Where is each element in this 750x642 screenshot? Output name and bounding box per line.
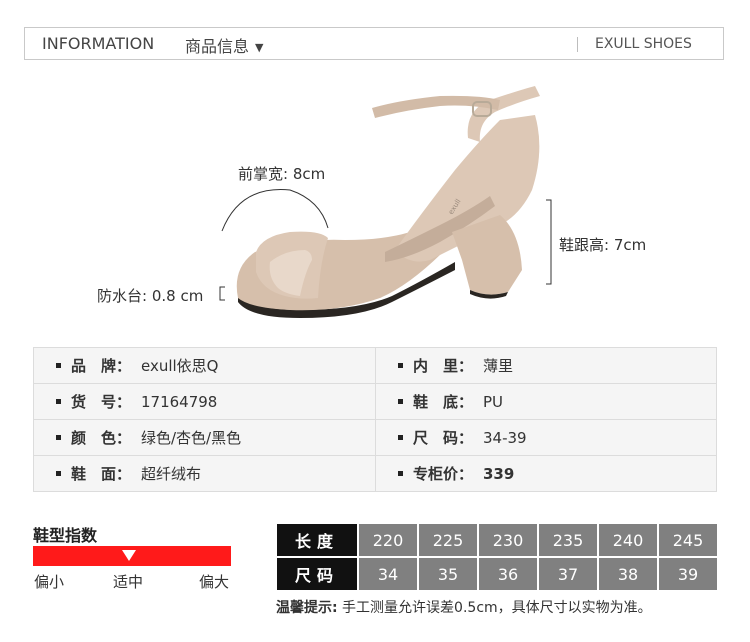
spec-value: 绿色/杏色/黑色 <box>141 429 242 447</box>
fit-label-true: 适中 <box>113 573 144 591</box>
note-prefix: 温馨提示: <box>276 600 338 616</box>
spec-cell: 专柜价： 339 <box>375 455 717 492</box>
header-title-cn-label: 商品信息 <box>185 37 250 56</box>
size-header: 尺码 <box>277 558 357 590</box>
header-brand: EXULL SHOES <box>595 36 692 52</box>
product-illustration: exull 前掌宽: 8cm 防水台: 0.8 cm 鞋跟高: 7cm <box>0 60 750 345</box>
spec-key: 品 牌： <box>71 357 132 375</box>
spec-row: 颜 色： 绿色/杏色/黑色 尺 码： 34-39 <box>33 419 717 456</box>
spec-cell: 尺 码： 34-39 <box>375 419 717 456</box>
spec-row: 品 牌： exull依思Q 内 里： 薄里 <box>33 347 717 384</box>
spec-key: 尺 码： <box>413 429 474 447</box>
fit-label-small: 偏小 <box>34 573 65 591</box>
spec-value: PU <box>483 393 504 411</box>
size-cell: 36 <box>479 558 537 590</box>
info-header: INFORMATION 商品信息 ▼ EXULL SHOES <box>24 27 724 60</box>
bullet-icon <box>56 363 61 368</box>
bullet-icon <box>398 399 403 404</box>
spec-value-price: 339 <box>483 465 515 483</box>
spec-cell: 颜 色： 绿色/杏色/黑色 <box>33 419 376 456</box>
size-chart-length-row: 长度 220 225 230 235 240 245 <box>277 524 717 556</box>
bullet-icon <box>56 471 61 476</box>
fit-index-title: 鞋型指数 <box>33 526 98 545</box>
dropdown-triangle-icon: ▼ <box>255 41 264 54</box>
heel-height-label: 鞋跟高: 7cm <box>559 236 647 254</box>
bullet-icon <box>398 363 403 368</box>
spec-value: exull依思Q <box>141 357 219 375</box>
header-title-en: INFORMATION <box>42 34 155 53</box>
length-cell: 230 <box>479 524 537 556</box>
spec-key: 货 号： <box>71 393 132 411</box>
spec-key: 颜 色： <box>71 429 132 447</box>
bullet-icon <box>56 435 61 440</box>
spec-value: 薄里 <box>483 357 514 375</box>
length-cell: 225 <box>419 524 477 556</box>
spec-cell: 品 牌： exull依思Q <box>33 347 376 384</box>
platform-height-label: 防水台: 0.8 cm <box>97 287 204 305</box>
spec-value: 超纤绒布 <box>141 465 202 483</box>
bullet-icon <box>398 435 403 440</box>
note-text: 手工测量允许误差0.5cm，具体尺寸以实物为准。 <box>337 600 652 616</box>
header-title-cn[interactable]: 商品信息 ▼ <box>185 33 263 57</box>
spec-key: 专柜价： <box>413 465 474 483</box>
spec-value: 17164798 <box>141 393 218 411</box>
spec-key: 鞋 底： <box>413 393 474 411</box>
spec-row: 货 号： 17164798 鞋 底： PU <box>33 383 717 420</box>
size-cell: 38 <box>599 558 657 590</box>
header-divider <box>577 37 578 52</box>
measurement-note: 温馨提示: 手工测量允许误差0.5cm，具体尺寸以实物为准。 <box>276 597 652 617</box>
spec-cell: 鞋 面： 超纤绒布 <box>33 455 376 492</box>
spec-cell: 内 里： 薄里 <box>375 347 717 384</box>
length-cell: 220 <box>359 524 417 556</box>
bullet-icon <box>398 471 403 476</box>
length-cell: 245 <box>659 524 717 556</box>
fit-label-large: 偏大 <box>199 573 230 591</box>
spec-row: 鞋 面： 超纤绒布 专柜价： 339 <box>33 455 717 492</box>
spec-key: 内 里： <box>413 357 474 375</box>
spec-value: 34-39 <box>483 429 527 447</box>
spec-table: 品 牌： exull依思Q 内 里： 薄里 货 号： 17164798 鞋 底： PU … <box>33 347 717 492</box>
size-cell: 39 <box>659 558 717 590</box>
forefoot-width-label: 前掌宽: 8cm <box>238 165 326 183</box>
size-cell: 34 <box>359 558 417 590</box>
size-cell: 37 <box>539 558 597 590</box>
fit-marker-triangle-icon <box>122 550 136 561</box>
length-cell: 235 <box>539 524 597 556</box>
size-cell: 35 <box>419 558 477 590</box>
bullet-icon <box>56 399 61 404</box>
spec-key: 鞋 面： <box>71 465 132 483</box>
length-header: 长度 <box>277 524 357 556</box>
spec-cell: 鞋 底： PU <box>375 383 717 420</box>
spec-cell: 货 号： 17164798 <box>33 383 376 420</box>
size-chart: 长度 220 225 230 235 240 245 尺码 34 35 36 3… <box>275 522 719 592</box>
length-cell: 240 <box>599 524 657 556</box>
size-chart-size-row: 尺码 34 35 36 37 38 39 <box>277 558 717 590</box>
